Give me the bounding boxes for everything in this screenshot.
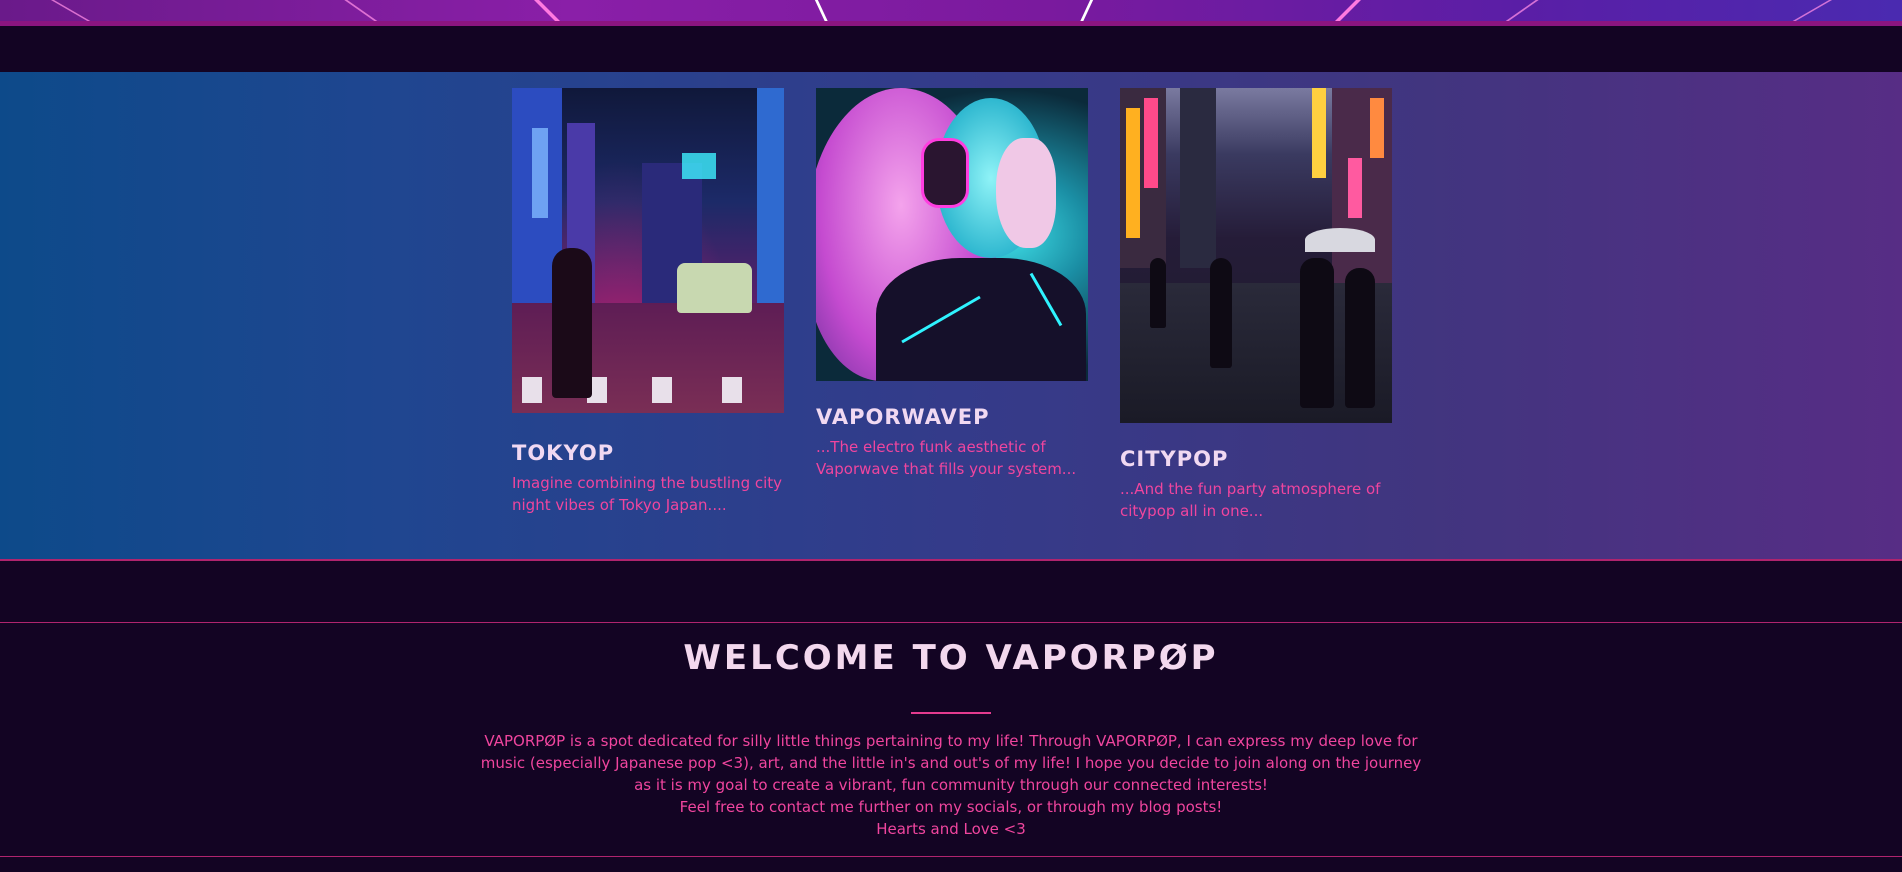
- top-grid-banner: [0, 0, 1902, 26]
- welcome-contact-line: Feel free to contact me further on my so…: [679, 798, 1223, 816]
- featured-cards-section: TOKYOP Imagine combining the bustling ci…: [0, 72, 1902, 561]
- card-description: ...And the fun party atmosphere of cityp…: [1120, 480, 1381, 520]
- banner-gridline: [534, 0, 561, 21]
- welcome-paragraph: VAPORPØP is a spot dedicated for silly l…: [480, 732, 1422, 794]
- welcome-signoff: Hearts and Love <3: [876, 820, 1026, 838]
- title-underline: [911, 712, 991, 714]
- vaporwave-girl-image: [816, 88, 1088, 381]
- city-street-image: [1120, 88, 1392, 423]
- banner-gridline: [1079, 0, 1094, 21]
- card-title: CITYPOP: [1120, 447, 1229, 471]
- card-description: Imagine combining the bustling city nigh…: [512, 474, 783, 514]
- banner-gridline: [50, 0, 93, 21]
- card-description: ...The electro funk aesthetic of Vaporwa…: [816, 438, 1077, 478]
- banner-gridline: [1504, 0, 1539, 21]
- welcome-title: WELCOME TO VAPORPØP: [683, 638, 1219, 678]
- card-title: VAPORWAVEP: [816, 405, 990, 429]
- banner-gridline: [814, 0, 829, 21]
- banner-gridline: [344, 0, 379, 21]
- welcome-text: VAPORPØP is a spot dedicated for silly l…: [470, 730, 1432, 840]
- section-divider-bottom: [0, 856, 1902, 857]
- banner-gridline: [1790, 0, 1833, 21]
- banner-gridline: [1334, 0, 1361, 21]
- card-title: TOKYOP: [512, 441, 615, 465]
- card-tokyop[interactable]: TOKYOP Imagine combining the bustling ci…: [512, 88, 784, 516]
- card-vaporwavep[interactable]: VAPORWAVEP ...The electro funk aesthetic…: [816, 88, 1088, 480]
- card-citypop[interactable]: CITYPOP ...And the fun party atmosphere …: [1120, 88, 1392, 522]
- section-divider-top: [0, 622, 1902, 623]
- tokyo-street-image: [512, 88, 784, 413]
